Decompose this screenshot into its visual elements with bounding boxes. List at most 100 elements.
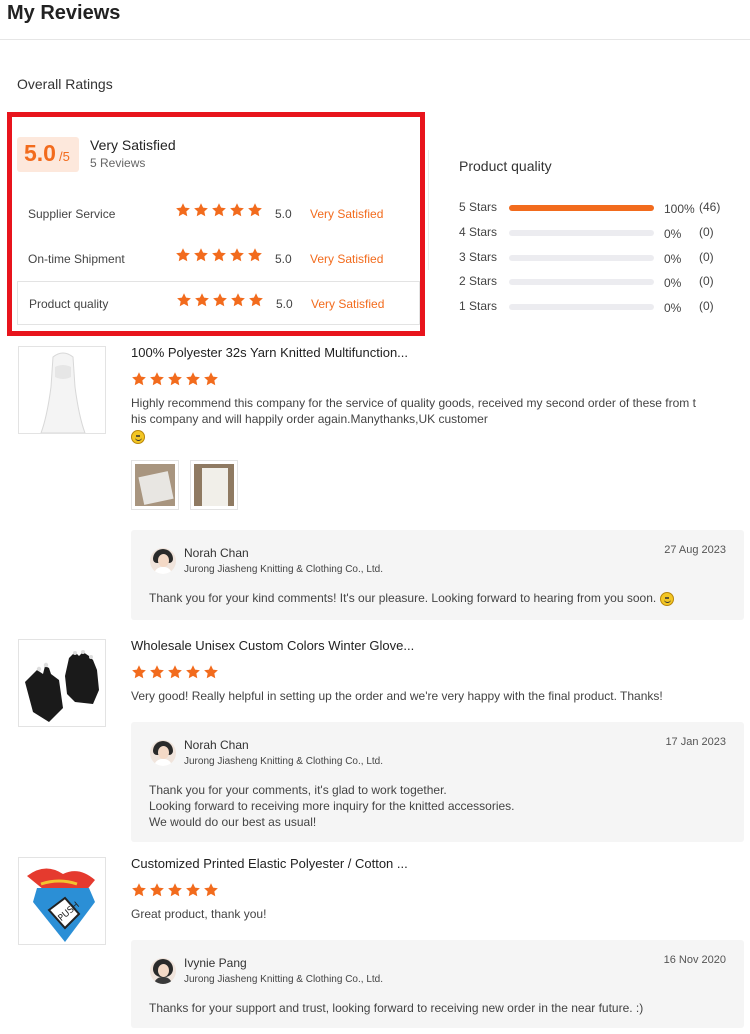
- rating-row-product-quality[interactable]: Product quality 5.0 Very Satisfied: [17, 281, 420, 325]
- overall-ratings-label: Overall Ratings: [17, 76, 113, 92]
- smiley-emoji-icon: [131, 429, 145, 444]
- smiley-emoji-icon: [659, 591, 674, 606]
- distribution-label: 1 Stars: [459, 299, 498, 313]
- star-icon: [167, 882, 183, 898]
- reply-text-line: Thank you for your comments, it's glad t…: [149, 783, 447, 797]
- distribution-bar: [509, 255, 654, 261]
- star-icon: [211, 247, 227, 263]
- star-icon: [167, 371, 183, 387]
- distribution-percent: 0%: [664, 301, 682, 315]
- star-icon: [176, 292, 192, 308]
- rating-row-supplier-service: Supplier Service 5.0 Very Satisfied: [17, 192, 420, 236]
- review-photo[interactable]: [190, 460, 238, 510]
- review-photo[interactable]: [131, 460, 179, 510]
- rating-label: Supplier Service: [28, 207, 116, 221]
- star-icon: [131, 371, 147, 387]
- reply-date: 17 Jan 2023: [665, 736, 726, 748]
- vertical-divider: [428, 150, 429, 270]
- distribution-bar: [509, 230, 654, 236]
- overall-score-badge: 5.0 /5: [17, 137, 79, 172]
- rating-satisfaction: Very Satisfied: [310, 252, 384, 266]
- reply-name: Norah Chan: [184, 738, 249, 752]
- review-text-line: his company and will happily order again…: [131, 412, 488, 426]
- overall-score: 5.0: [24, 140, 56, 166]
- distribution-count: (0): [699, 225, 714, 239]
- reply-name: Norah Chan: [184, 546, 249, 560]
- reply-text: Thank you for your kind comments! It's o…: [149, 590, 729, 606]
- star-icon: [185, 882, 201, 898]
- star-icon: [229, 247, 245, 263]
- distribution-label: 3 Stars: [459, 250, 498, 264]
- rating-label: Product quality: [29, 297, 109, 311]
- distribution-title: Product quality: [459, 158, 552, 174]
- reply-text-line: Looking forward to receiving more inquir…: [149, 799, 515, 813]
- reply-text-content: Thank you for your kind comments! It's o…: [149, 591, 657, 605]
- rating-row-on-time-shipment: On-time Shipment 5.0 Very Satisfied: [17, 237, 420, 281]
- rating-satisfaction: Very Satisfied: [310, 207, 384, 221]
- reply-date: 16 Nov 2020: [663, 954, 726, 966]
- distribution-row: 2 Stars 0% (0): [459, 274, 729, 290]
- star-icon: [193, 247, 209, 263]
- product-name[interactable]: Customized Printed Elastic Polyester / C…: [131, 856, 408, 871]
- star-icon: [194, 292, 210, 308]
- overall-satisfaction: Very Satisfied: [90, 137, 176, 153]
- seller-reply: Norah Chan Jurong Jiasheng Knitting & Cl…: [131, 530, 744, 620]
- overall-score-suffix: /5: [59, 149, 70, 164]
- product-name[interactable]: 100% Polyester 32s Yarn Knitted Multifun…: [131, 345, 408, 360]
- rating-score: 5.0: [275, 207, 292, 221]
- star-icon: [149, 664, 165, 680]
- reply-text: Thank you for your comments, it's glad t…: [149, 782, 729, 830]
- review-count: 5 Reviews: [90, 156, 146, 170]
- avatar: [150, 548, 176, 574]
- distribution-label: 2 Stars: [459, 274, 498, 288]
- page-header: My Reviews: [0, 0, 750, 40]
- distribution-label: 4 Stars: [459, 225, 498, 239]
- distribution-count: (0): [699, 274, 714, 288]
- distribution-count: (46): [699, 200, 721, 214]
- product-thumbnail[interactable]: [18, 639, 106, 727]
- review-text: Very good! Really helpful in setting up …: [131, 689, 663, 703]
- distribution-label: 5 Stars: [459, 200, 498, 214]
- star-icon: [193, 202, 209, 218]
- star-icon: [229, 202, 245, 218]
- star-icon: [149, 882, 165, 898]
- seller-reply: Norah Chan Jurong Jiasheng Knitting & Cl…: [131, 722, 744, 842]
- star-icon: [167, 664, 183, 680]
- star-icon: [185, 371, 201, 387]
- distribution-percent: 0%: [664, 252, 682, 266]
- star-icon: [175, 202, 191, 218]
- reply-date: 27 Aug 2023: [664, 544, 726, 556]
- reply-company[interactable]: Jurong Jiasheng Knitting & Clothing Co.,…: [184, 564, 383, 575]
- distribution-bar: [509, 279, 654, 285]
- star-icon: [203, 882, 219, 898]
- review-text: Great product, thank you!: [131, 907, 267, 921]
- reply-text: Thanks for your support and trust, looki…: [149, 1001, 644, 1015]
- star-icon: [185, 664, 201, 680]
- reply-name: Ivynie Pang: [184, 956, 247, 970]
- product-name[interactable]: Wholesale Unisex Custom Colors Winter Gl…: [131, 638, 414, 653]
- star-icon: [175, 247, 191, 263]
- product-thumbnail[interactable]: PUSH: [18, 857, 106, 945]
- reply-company[interactable]: Jurong Jiasheng Knitting & Clothing Co.,…: [184, 974, 383, 985]
- distribution-bar: [509, 205, 654, 211]
- star-icon: [248, 292, 264, 308]
- reply-text-line: We would do our best as usual!: [149, 815, 317, 829]
- star-icon: [149, 371, 165, 387]
- distribution-row: 4 Stars 0% (0): [459, 225, 729, 241]
- avatar: [150, 740, 176, 766]
- star-icon: [247, 247, 263, 263]
- product-thumbnail[interactable]: [18, 346, 106, 434]
- rating-label: On-time Shipment: [28, 252, 125, 266]
- review-stars: [131, 882, 221, 900]
- star-rating: [175, 202, 265, 220]
- star-icon: [203, 371, 219, 387]
- distribution-row: 5 Stars 100% (46): [459, 200, 729, 216]
- star-icon: [211, 202, 227, 218]
- review-text-line: Highly recommend this company for the se…: [131, 396, 696, 410]
- distribution-count: (0): [699, 250, 714, 264]
- review-text: Highly recommend this company for the se…: [131, 395, 721, 444]
- distribution-percent: 0%: [664, 276, 682, 290]
- distribution-count: (0): [699, 299, 714, 313]
- reply-company[interactable]: Jurong Jiasheng Knitting & Clothing Co.,…: [184, 756, 383, 767]
- avatar: [150, 958, 176, 984]
